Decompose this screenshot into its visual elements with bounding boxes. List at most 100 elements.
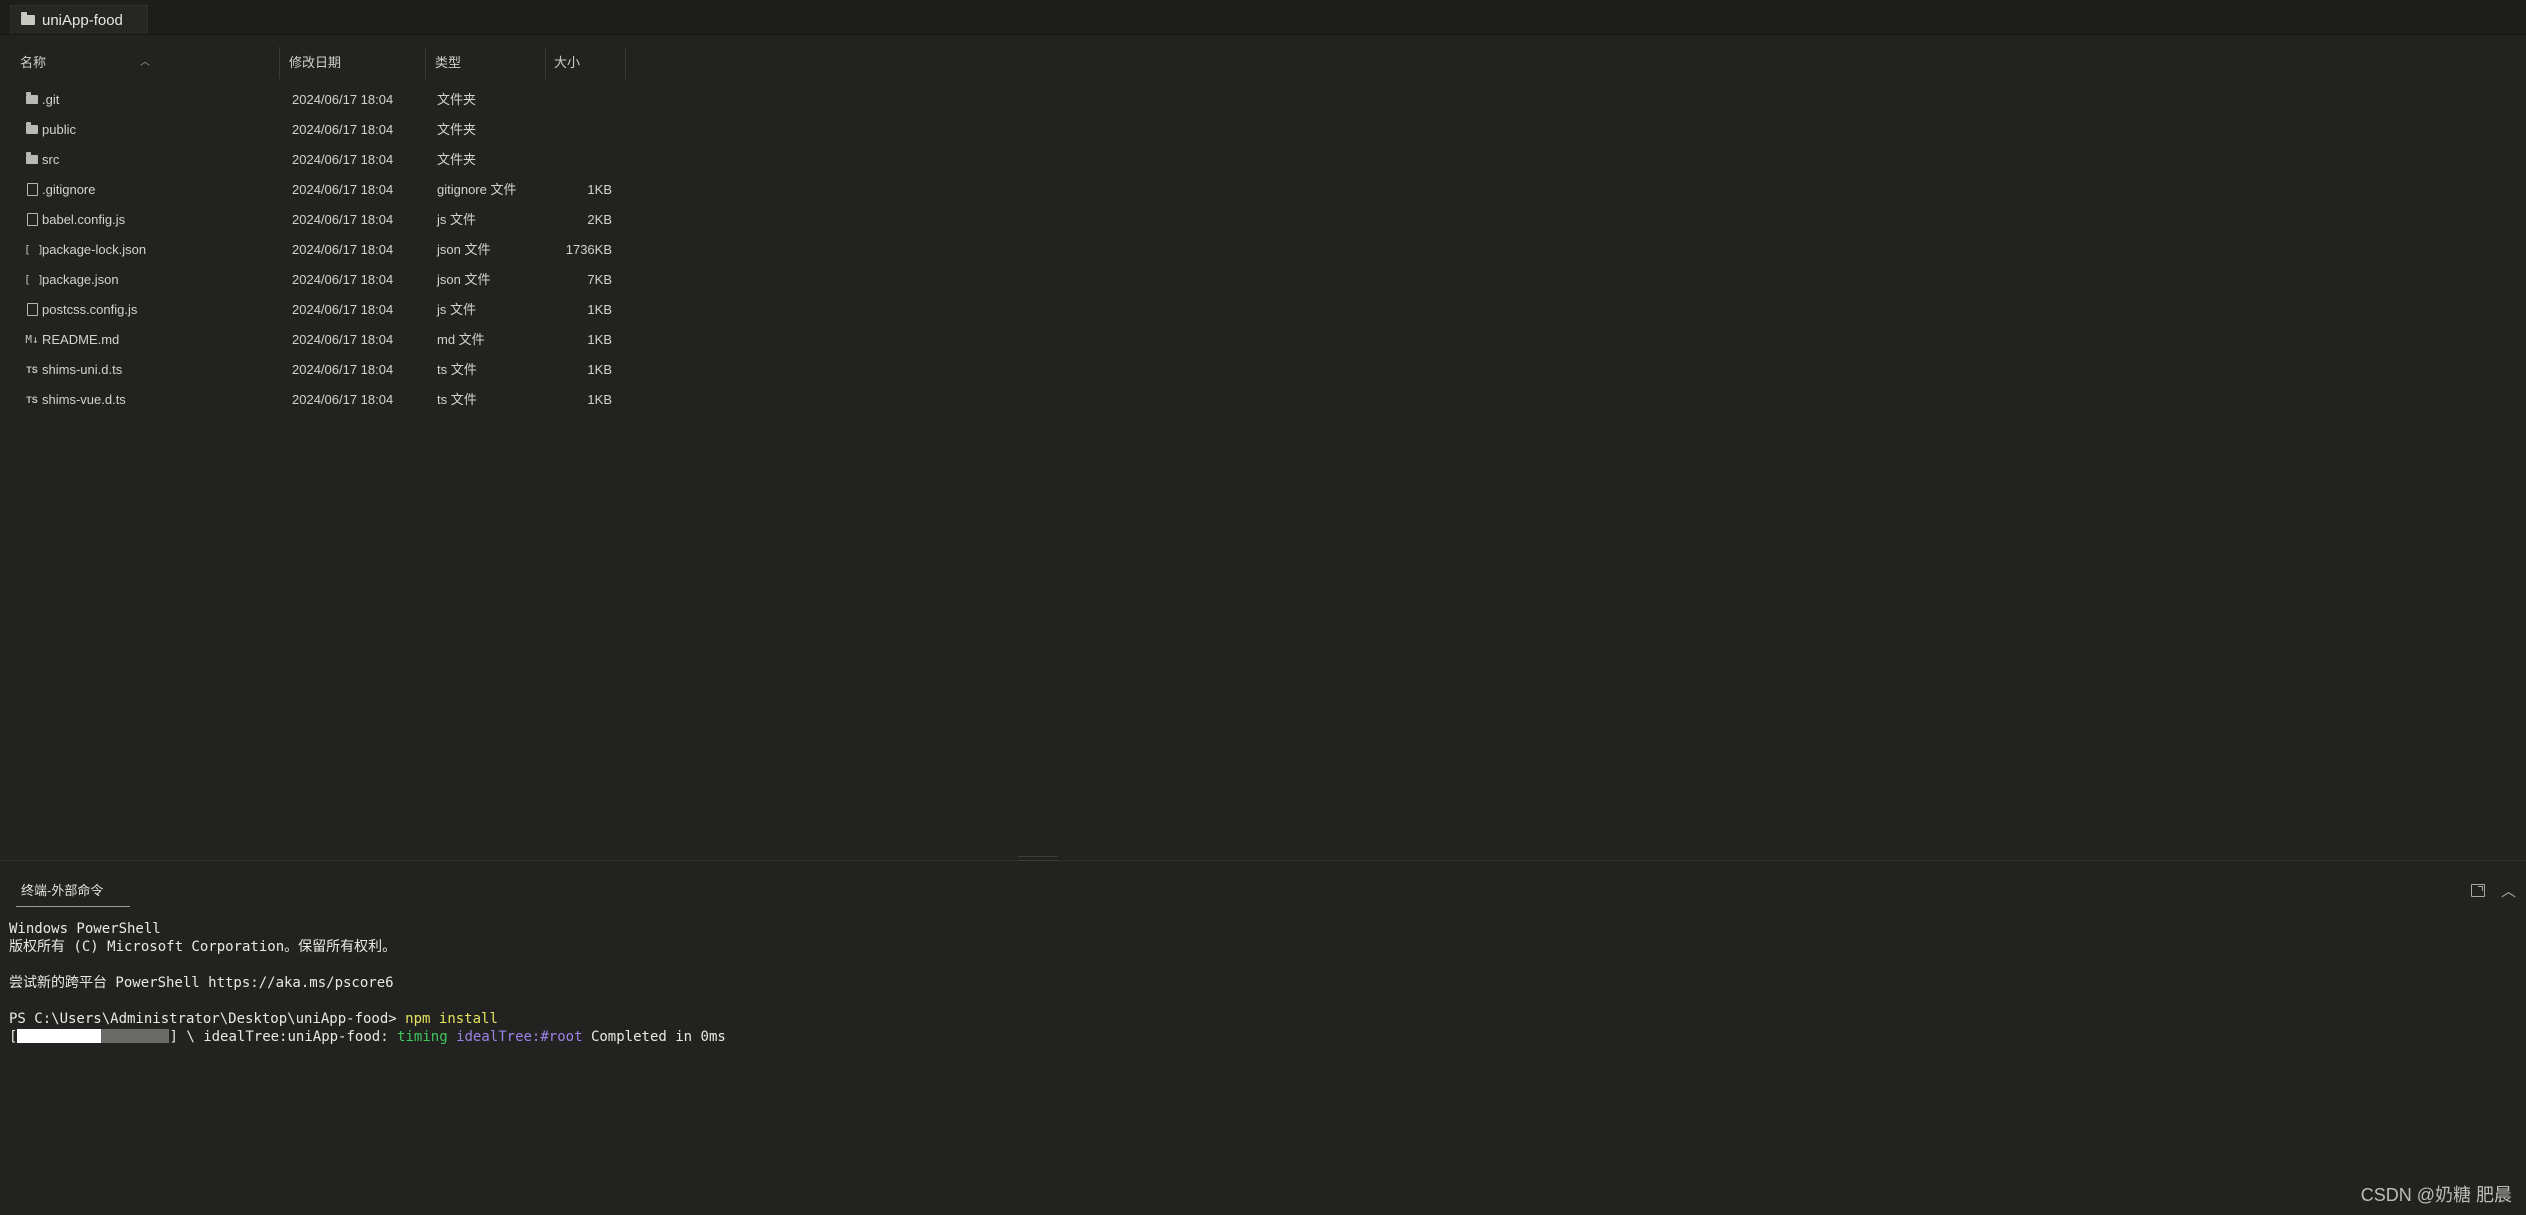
list-item[interactable]: [ ] package.json 2024/06/17 18:04 json 文… xyxy=(0,265,626,295)
folder-icon xyxy=(24,85,40,115)
file-type: 文件夹 xyxy=(437,122,477,137)
folder-icon xyxy=(24,145,40,175)
file-date: 2024/06/17 18:04 xyxy=(292,122,394,137)
file-list: .git 2024/06/17 18:04 文件夹 public 2024/06… xyxy=(0,85,626,415)
file-type: js 文件 xyxy=(437,212,477,227)
json-file-icon: [ ] xyxy=(24,273,44,286)
maximize-panel-icon[interactable] xyxy=(2470,883,2485,897)
file-date: 2024/06/17 18:04 xyxy=(292,92,394,107)
npm-progress-bar xyxy=(17,1028,170,1043)
file-name: package-lock.json xyxy=(42,242,147,257)
column-header-type[interactable]: 类型 xyxy=(426,47,546,79)
file-size: 2KB xyxy=(587,212,612,227)
chevron-up-icon[interactable]: ︿ xyxy=(2501,880,2516,901)
file-date: 2024/06/17 18:04 xyxy=(292,242,394,257)
terminal-command: npm install xyxy=(405,1011,498,1027)
file-size: 1KB xyxy=(587,302,612,317)
terminal-line: 版权所有 (C) Microsoft Corporation。保留所有权利。 xyxy=(9,939,397,955)
progress-spinner: \ xyxy=(186,1029,195,1045)
file-name: src xyxy=(42,152,60,167)
file-size: 1KB xyxy=(587,392,612,407)
file-type: js 文件 xyxy=(437,302,477,317)
file-date: 2024/06/17 18:04 xyxy=(292,152,394,167)
progress-open-bracket: [ xyxy=(9,1029,18,1045)
typescript-file-icon: TS xyxy=(26,365,38,375)
file-name: shims-vue.d.ts xyxy=(42,392,126,407)
list-item[interactable]: public 2024/06/17 18:04 文件夹 xyxy=(0,115,626,145)
file-date: 2024/06/17 18:04 xyxy=(292,272,394,287)
file-type: gitignore 文件 xyxy=(437,182,517,197)
file-date: 2024/06/17 18:04 xyxy=(292,362,394,377)
terminal-actions: ︿ xyxy=(2470,880,2516,901)
list-header: 名称 ︿ 修改日期 类型 大小 xyxy=(0,47,626,79)
list-item[interactable]: [ ] package-lock.json 2024/06/17 18:04 j… xyxy=(0,235,626,265)
progress-message: Completed in 0ms xyxy=(590,1029,726,1045)
file-size: 1KB xyxy=(587,182,612,197)
file-type: 文件夹 xyxy=(437,152,477,167)
file-date: 2024/06/17 18:04 xyxy=(292,392,394,407)
markdown-file-icon: M↓ xyxy=(25,333,39,346)
folder-icon xyxy=(24,115,40,145)
file-type: 文件夹 xyxy=(437,92,477,107)
tab-label: uniApp-food xyxy=(42,11,123,29)
file-date: 2024/06/17 18:04 xyxy=(292,332,394,347)
file-icon xyxy=(24,175,40,205)
list-item[interactable]: .gitignore 2024/06/17 18:04 gitignore 文件… xyxy=(0,175,626,205)
js-file-icon xyxy=(24,205,40,235)
list-item[interactable]: src 2024/06/17 18:04 文件夹 xyxy=(0,145,626,175)
file-type: ts 文件 xyxy=(437,392,477,407)
app-window: uniApp-food 名称 ︿ 修改日期 类型 大小 .git 2024/06… xyxy=(0,0,2526,1215)
file-name: shims-uni.d.ts xyxy=(42,362,123,377)
typescript-file-icon: TS xyxy=(26,395,38,405)
file-size: 1736KB xyxy=(565,242,612,257)
file-type: ts 文件 xyxy=(437,362,477,377)
file-type: json 文件 xyxy=(437,272,491,287)
file-explorer: 名称 ︿ 修改日期 类型 大小 .git 2024/06/17 18:04 文件… xyxy=(0,35,2526,860)
file-size: 7KB xyxy=(587,272,612,287)
folder-icon xyxy=(21,12,35,25)
watermark: CSDN @奶糖 肥晨 xyxy=(2360,1185,2512,1205)
file-name: postcss.config.js xyxy=(42,302,138,317)
file-size: 1KB xyxy=(587,332,612,347)
tab-uniapp-food[interactable]: uniApp-food xyxy=(10,5,148,34)
progress-task: idealTree:uniApp-food: xyxy=(203,1029,389,1045)
npm-progress-fill xyxy=(17,1028,102,1043)
list-item[interactable]: M↓ README.md 2024/06/17 18:04 md 文件 1KB xyxy=(0,325,626,355)
terminal-prompt-line: PS C:\Users\Administrator\Desktop\uniApp… xyxy=(9,1010,2509,1028)
list-item[interactable]: TS shims-uni.d.ts 2024/06/17 18:04 ts 文件… xyxy=(0,355,626,385)
terminal-prompt: PS C:\Users\Administrator\Desktop\uniApp… xyxy=(9,1011,397,1027)
file-name: package.json xyxy=(42,272,119,287)
file-type: json 文件 xyxy=(437,242,491,257)
list-item[interactable]: TS shims-vue.d.ts 2024/06/17 18:04 ts 文件… xyxy=(0,385,626,415)
column-header-size[interactable]: 大小 xyxy=(546,47,626,79)
file-name: .gitignore xyxy=(42,182,96,197)
list-item[interactable]: babel.config.js 2024/06/17 18:04 js 文件 2… xyxy=(0,205,626,235)
progress-stage: idealTree:#root xyxy=(456,1029,583,1045)
tab-bar: uniApp-food xyxy=(0,0,2526,35)
file-name: README.md xyxy=(42,332,120,347)
file-name: .git xyxy=(42,92,60,107)
file-date: 2024/06/17 18:04 xyxy=(292,302,394,317)
terminal-panel: 终端-外部命令 ︿ Windows PowerShell 版权所有 (C) Mi… xyxy=(0,861,2526,1215)
file-size: 1KB xyxy=(587,362,612,377)
file-name: babel.config.js xyxy=(42,212,126,227)
terminal-output[interactable]: Windows PowerShell 版权所有 (C) Microsoft Co… xyxy=(9,920,2509,1046)
terminal-line: 尝试新的跨平台 PowerShell https://aka.ms/pscore… xyxy=(9,975,394,991)
progress-timing-label: timing xyxy=(397,1029,448,1045)
file-date: 2024/06/17 18:04 xyxy=(292,182,394,197)
file-date: 2024/06/17 18:04 xyxy=(292,212,394,227)
file-name: public xyxy=(42,122,76,137)
column-header-date[interactable]: 修改日期 xyxy=(280,47,426,79)
terminal-line: Windows PowerShell xyxy=(9,921,161,937)
list-item[interactable]: .git 2024/06/17 18:04 文件夹 xyxy=(0,85,626,115)
progress-close-bracket: ] xyxy=(169,1029,178,1045)
npm-progress-line: [] \ idealTree:uniApp-food: timing ideal… xyxy=(9,1028,2509,1046)
json-file-icon: [ ] xyxy=(24,243,44,256)
file-type: md 文件 xyxy=(437,332,485,347)
tab-terminal[interactable]: 终端-外部命令 xyxy=(16,879,130,907)
list-item[interactable]: postcss.config.js 2024/06/17 18:04 js 文件… xyxy=(0,295,626,325)
sort-ascending-icon: ︿ xyxy=(140,57,150,68)
js-file-icon xyxy=(24,295,40,325)
